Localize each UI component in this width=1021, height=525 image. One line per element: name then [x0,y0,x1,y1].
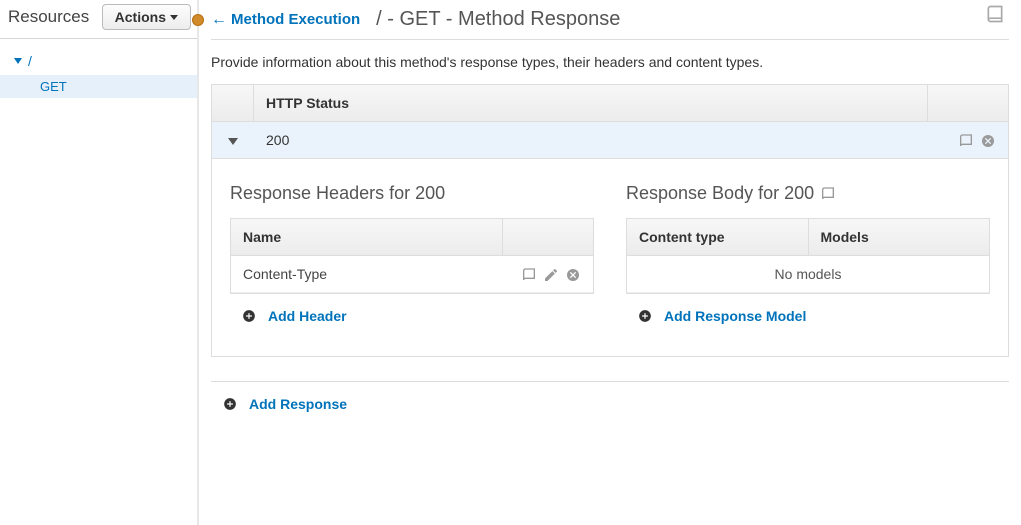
add-response-button[interactable]: Add Response [211,382,359,426]
edit-icon[interactable] [543,265,559,282]
add-response-model-button[interactable]: Add Response Model [626,294,818,338]
page-title: / - GET - Method Response [376,8,620,31]
plus-circle-icon [242,309,256,323]
status-code: 200 [254,122,928,158]
resources-sidebar: Resources Actions / GET [0,0,197,525]
response-body-panel: Response Body for 200 Content type Model… [626,183,990,338]
chevron-down-icon [228,138,238,145]
resource-tree: / GET [0,39,197,98]
book-icon[interactable] [521,265,537,282]
header-name: Content-Type [231,256,503,292]
response-headers-table: Name Content-Type [230,218,594,294]
delete-icon[interactable] [980,131,996,148]
plus-circle-icon [638,309,652,323]
book-icon[interactable] [958,131,974,148]
body-col-content-type: Content type [627,219,809,255]
book-icon[interactable] [985,4,1005,24]
main-content: ← Method Execution / - GET - Method Resp… [199,0,1021,525]
caret-down-icon [170,15,178,20]
status-200-details: Response Headers for 200 Name Content-Ty… [211,159,1009,357]
plus-circle-icon [223,397,237,411]
http-status-header-row: HTTP Status [212,85,1008,122]
tree-root-label: / [28,53,32,69]
tree-method-label: GET [40,79,67,94]
status-row-200[interactable]: 200 [212,122,1008,158]
body-col-models: Models [809,219,990,255]
method-execution-back-link[interactable]: ← Method Execution [211,11,360,29]
http-status-column-header: HTTP Status [254,85,928,121]
tree-root-item[interactable]: / [0,51,197,71]
response-body-table: Content type Models No models [626,218,990,294]
response-headers-panel: Response Headers for 200 Name Content-Ty… [230,183,594,338]
delete-icon[interactable] [565,265,581,282]
response-body-title: Response Body for 200 [626,183,814,204]
body-empty-row: No models [627,256,989,293]
add-header-label: Add Header [268,308,347,324]
response-headers-title: Response Headers for 200 [230,183,594,204]
expand-toggle[interactable] [212,122,254,158]
pane-divider[interactable] [197,0,199,525]
actions-button[interactable]: Actions [102,4,191,30]
add-response-model-label: Add Response Model [664,308,806,324]
divider-handle-icon[interactable] [192,14,204,26]
book-icon[interactable] [820,183,836,204]
tree-method-get[interactable]: GET [0,75,197,98]
back-link-label: Method Execution [231,11,360,28]
add-response-section: Add Response [211,381,1009,426]
actions-button-label: Actions [115,9,166,25]
sidebar-title: Resources [8,7,89,27]
arrow-left-icon: ← [211,11,227,29]
headers-col-name: Name [231,219,503,255]
header-row: Content-Type [231,256,593,293]
add-response-label: Add Response [249,396,347,412]
http-status-table: HTTP Status 200 [211,84,1009,159]
page-description: Provide information about this method's … [211,40,1009,84]
collapse-icon [14,58,22,64]
no-models-text: No models [627,256,989,292]
add-header-button[interactable]: Add Header [230,294,359,338]
